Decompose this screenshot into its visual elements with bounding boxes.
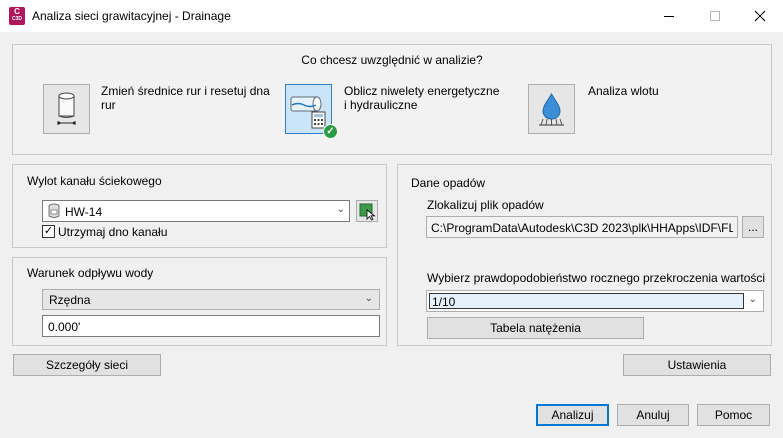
probability-focus-box: 1/10 xyxy=(429,293,744,309)
maximize-icon xyxy=(710,11,720,21)
network-details-button[interactable]: Szczegóły sieci xyxy=(13,354,161,376)
resize-pipes-option-label: Zmień średnice rur i resetuj dna rur xyxy=(101,84,270,112)
inlet-analysis-option-label: Analiza wlotu xyxy=(588,84,659,98)
rainfall-group: Dane opadów Zlokalizuj plik opadów C:\Pr… xyxy=(397,164,772,346)
app-icon-sub: C3D xyxy=(11,16,22,22)
app-icon-letter: C xyxy=(14,7,20,16)
probability-select[interactable]: 1/10 ⌄ xyxy=(426,290,764,312)
resize-pipes-option-button[interactable] xyxy=(43,84,90,134)
pick-structure-icon xyxy=(359,203,376,221)
chevron-down-icon: ⌄ xyxy=(336,204,345,215)
close-button[interactable] xyxy=(737,0,783,32)
outlet-structure-select[interactable]: HW-14 ⌄ xyxy=(42,200,350,222)
inlet-analysis-option-button[interactable] xyxy=(528,84,575,134)
keep-invert-label: Utrzymaj dno kanału xyxy=(58,225,168,239)
structure-icon xyxy=(48,203,60,218)
inlet-drop-icon xyxy=(539,92,564,126)
outlet-structure-value: HW-14 xyxy=(65,205,103,219)
pipe-diameter-icon xyxy=(56,92,77,125)
tailwater-condition-select[interactable]: Rzędna ⌄ xyxy=(42,289,380,310)
minimize-button[interactable] xyxy=(646,0,692,32)
rainfall-file-path-field[interactable]: C:\ProgramData\Autodesk\C3D 2023\plk\HHA… xyxy=(426,216,738,238)
tailwater-group: Warunek odpływu wody Rzędna ⌄ 0.000' xyxy=(12,257,387,346)
pick-from-drawing-button[interactable] xyxy=(356,200,378,222)
settings-button[interactable]: Ustawienia xyxy=(623,354,771,376)
maximize-button xyxy=(692,0,738,32)
probability-label: Wybierz prawdopodobieństwo rocznego prze… xyxy=(427,271,766,285)
civil3d-app-icon: C C3D xyxy=(9,7,25,25)
browse-file-button[interactable]: ... xyxy=(742,216,764,238)
tailwater-elevation-value: 0.000' xyxy=(48,320,81,334)
energy-grade-option-button[interactable]: ✓ xyxy=(285,84,338,139)
minimize-icon xyxy=(664,15,674,17)
analyze-button[interactable]: Analizuj xyxy=(536,404,609,426)
tailwater-group-label: Warunek odpływu wody xyxy=(27,266,154,280)
cancel-button[interactable]: Anuluj xyxy=(617,404,689,426)
outlet-group-label: Wylot kanału ściekowego xyxy=(27,174,162,188)
outlet-group: Wylot kanału ściekowego HW-14 ⌄ ✓ Utrzym… xyxy=(12,164,387,248)
locate-rainfall-file-label: Zlokalizuj plik opadów xyxy=(427,198,544,212)
window-title: Analiza sieci grawitacyjnej - Drainage xyxy=(32,9,231,23)
chevron-down-icon: ⌄ xyxy=(748,294,757,305)
keep-invert-checkbox[interactable]: ✓ xyxy=(42,225,55,238)
chevron-down-icon: ⌄ xyxy=(364,293,373,304)
rainfall-group-label: Dane opadów xyxy=(411,176,486,190)
selected-check-icon: ✓ xyxy=(323,124,338,139)
help-button[interactable]: Pomoc xyxy=(697,404,770,426)
analysis-question: Co chcesz uwzględnić w analizie? xyxy=(301,53,483,67)
intensity-table-button[interactable]: Tabela natężenia xyxy=(427,317,644,339)
tailwater-condition-value: Rzędna xyxy=(49,293,91,307)
probability-value: 1/10 xyxy=(432,295,456,309)
tailwater-elevation-input[interactable]: 0.000' xyxy=(42,315,380,337)
close-icon xyxy=(754,10,766,22)
rainfall-file-path-value: C:\ProgramData\Autodesk\C3D 2023\plk\HHA… xyxy=(431,221,733,235)
analysis-options-panel: Co chcesz uwzględnić w analizie? Zmień ś… xyxy=(12,44,772,155)
energy-grade-option-label: Oblicz niwelety energetyczne i hydraulic… xyxy=(344,84,500,112)
title-bar: C C3D Analiza sieci grawitacyjnej - Drai… xyxy=(0,0,783,32)
